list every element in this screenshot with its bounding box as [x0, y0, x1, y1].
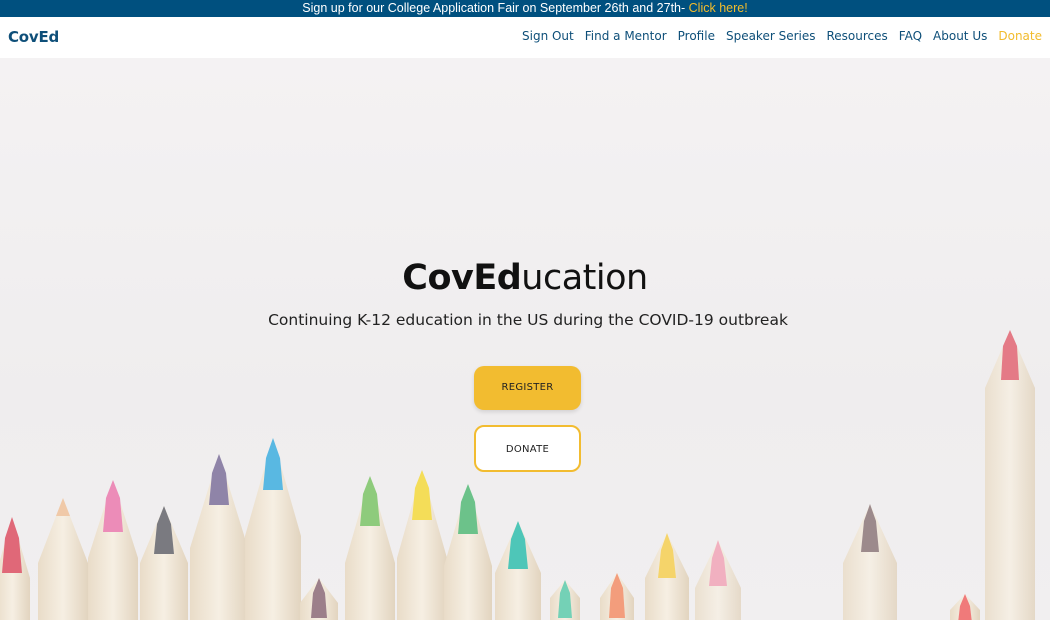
hero-subtitle: Continuing K-12 education in the US duri…	[268, 311, 788, 329]
hero-section: CovEducation Continuing K-12 education i…	[0, 58, 1050, 620]
hero-title-bold: CovEd	[402, 258, 522, 298]
announcement-link[interactable]: Click here!	[689, 1, 748, 15]
donate-button[interactable]: DONATE	[474, 425, 581, 472]
nav-link-about-us[interactable]: About Us	[933, 29, 987, 43]
register-button[interactable]: REGISTER	[474, 366, 581, 410]
announcement-bar: Sign up for our College Application Fair…	[0, 0, 1050, 17]
hero-title: CovEducation	[0, 258, 1050, 298]
nav-link-donate[interactable]: Donate	[998, 29, 1042, 43]
nav-link-resources[interactable]: Resources	[826, 29, 887, 43]
hero-title-rest: ucation	[521, 258, 648, 298]
nav-link-profile[interactable]: Profile	[678, 29, 715, 43]
announcement-text: Sign up for our College Application Fair…	[302, 1, 689, 15]
top-navbar: CovEd Sign Out Find a Mentor Profile Spe…	[0, 17, 1050, 59]
nav-link-sign-out[interactable]: Sign Out	[522, 29, 574, 43]
pencils-background-image	[0, 330, 1035, 620]
nav-links: Sign Out Find a Mentor Profile Speaker S…	[522, 29, 1042, 43]
nav-link-speaker-series[interactable]: Speaker Series	[726, 29, 816, 43]
brand-logo[interactable]: CovEd	[8, 28, 59, 46]
nav-link-faq[interactable]: FAQ	[899, 29, 922, 43]
nav-link-find-a-mentor[interactable]: Find a Mentor	[585, 29, 667, 43]
